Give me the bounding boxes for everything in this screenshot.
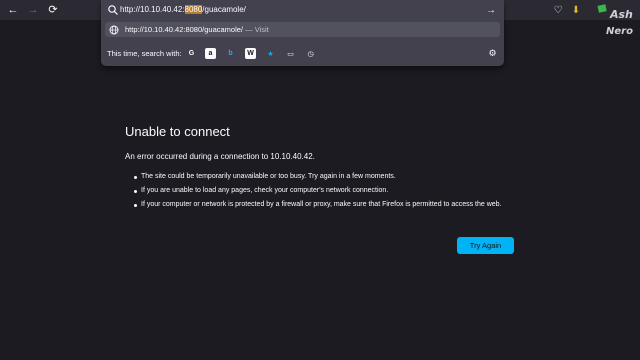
forward-icon[interactable]: →: [26, 3, 40, 17]
error-title: Unable to connect: [125, 124, 230, 139]
suggestion-row[interactable]: http://10.10.40.42:8080/guacamole/ — Vis…: [105, 22, 500, 37]
channel-logo: Ash Nero: [597, 4, 633, 37]
amazon-engine-icon[interactable]: a: [205, 48, 216, 59]
urlbar[interactable]: http://10.10.40.42:8080/guacamole/ →: [101, 0, 504, 20]
urlbar-dropdown: http://10.10.40.42:8080/guacamole/ → htt…: [101, 0, 504, 66]
bing-engine-icon[interactable]: b: [225, 48, 236, 59]
logo-text-bottom: Nero: [606, 26, 633, 37]
tabs-icon[interactable]: ▭: [285, 48, 296, 59]
go-arrow-icon[interactable]: →: [484, 3, 498, 17]
list-item: If your computer or network is protected…: [134, 200, 518, 210]
logo-text-top: Ash: [609, 8, 633, 21]
search-icon: [108, 5, 118, 15]
globe-icon: [109, 25, 119, 35]
suggestion-url: http://10.10.40.42:8080/guacamole/: [125, 25, 244, 34]
google-engine-icon[interactable]: G: [186, 48, 197, 59]
url-selection: 8080: [184, 5, 203, 14]
pocket-icon[interactable]: ♡: [551, 3, 565, 17]
suggestion-action: — Visit: [245, 25, 269, 34]
list-item: If you are unable to load any pages, che…: [134, 186, 518, 196]
search-settings-icon[interactable]: ⚙: [487, 48, 498, 59]
wikipedia-engine-icon[interactable]: W: [245, 48, 256, 59]
error-suggestions: The site could be temporarily unavailabl…: [134, 172, 518, 214]
search-with-label: This time, search with:: [107, 49, 182, 58]
downloads-icon[interactable]: ⬇: [569, 3, 583, 17]
url-input[interactable]: http://10.10.40.42:8080/guacamole/: [120, 4, 246, 16]
list-item: The site could be temporarily unavailabl…: [134, 172, 518, 182]
history-icon[interactable]: ◷: [305, 48, 316, 59]
bookmarks-icon[interactable]: ★: [265, 48, 276, 59]
browser-window: ← → ⟳ ♡ ⬇ http://10.10.40.42:8080/guacam…: [0, 0, 640, 360]
reload-icon[interactable]: ⟳: [46, 3, 60, 17]
error-description: An error occurred during a connection to…: [125, 152, 315, 161]
back-icon[interactable]: ←: [6, 3, 20, 17]
try-again-button[interactable]: Try Again: [457, 237, 514, 254]
